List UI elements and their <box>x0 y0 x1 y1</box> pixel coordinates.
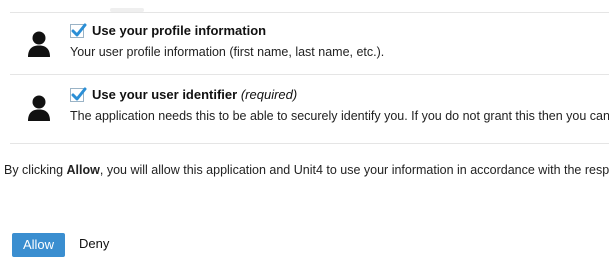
permission-title: Use your profile information <box>92 23 266 38</box>
permission-title-text: Use your profile information <box>92 23 267 38</box>
divider <box>10 74 609 75</box>
consent-emphasis: Allow <box>66 163 100 177</box>
profile-info-checkbox[interactable] <box>70 23 87 38</box>
user-icon <box>24 30 54 58</box>
user-icon <box>24 94 54 122</box>
permission-description: Your user profile information (first nam… <box>70 45 385 59</box>
divider <box>10 143 609 144</box>
allow-button[interactable]: Allow <box>12 233 65 257</box>
deny-button[interactable]: Deny <box>79 236 109 251</box>
divider <box>10 12 609 13</box>
consent-text: By clicking Allow, you will allow this a… <box>4 163 609 177</box>
permission-description: The application needs this to be able to… <box>70 109 609 123</box>
required-label: (required) <box>240 87 298 102</box>
consent-suffix: , you will allow this application and Un… <box>99 163 609 177</box>
checkmark-icon <box>71 23 87 37</box>
checkmark-icon <box>71 87 87 101</box>
consent-prefix: By clicking <box>4 163 67 177</box>
permission-title: Use your user identifier (required) <box>92 87 297 102</box>
user-identifier-checkbox[interactable] <box>70 87 87 102</box>
permission-title-text: Use your user identifier <box>92 87 238 102</box>
